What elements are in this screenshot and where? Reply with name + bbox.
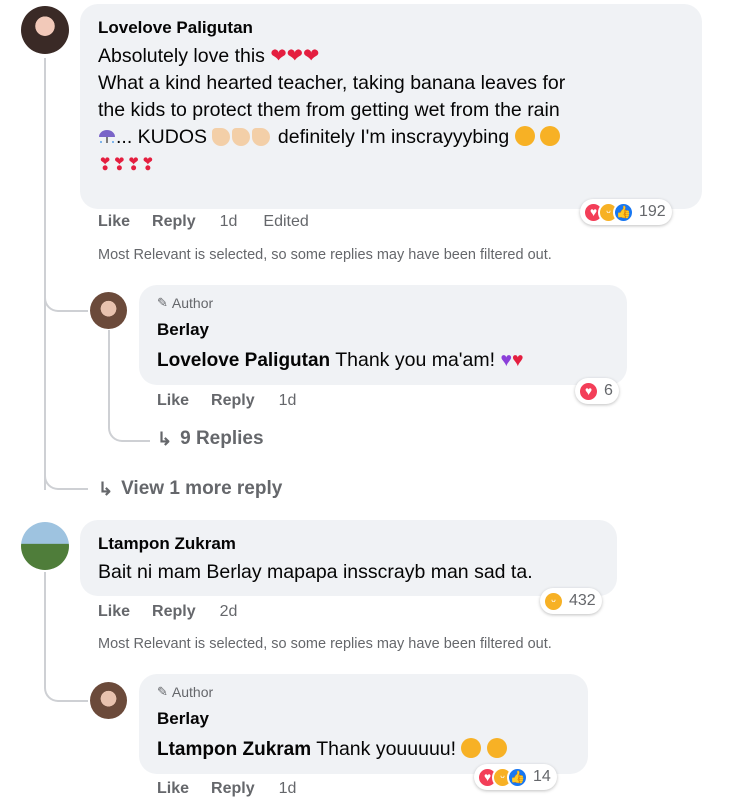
grin-emoji-icon — [514, 126, 561, 148]
thread-line — [44, 262, 88, 312]
reply-button[interactable]: Reply — [152, 213, 196, 231]
love-reaction-icon: ♥ — [578, 380, 599, 402]
haha-reaction-icon: ᵕ — [543, 590, 564, 612]
author-badge-label: Author — [171, 684, 214, 700]
clap-emoji-icon — [212, 126, 272, 148]
reaction-count: 432 — [569, 592, 596, 609]
author-badge: ✎ Author — [157, 295, 213, 311]
reaction-count: 14 — [533, 768, 551, 785]
mention-link[interactable]: Ltampon Zukram — [157, 739, 311, 760]
avatar[interactable] — [90, 682, 127, 719]
like-button[interactable]: Like — [98, 213, 130, 231]
like-button[interactable]: Like — [98, 603, 130, 621]
timestamp[interactable]: 1d — [279, 392, 297, 410]
like-reaction-icon: 👍 — [613, 201, 634, 223]
timestamp[interactable]: 1d — [279, 780, 297, 798]
reactions-summary[interactable]: ♥ ᵕ 👍 14 — [474, 764, 557, 790]
thread-line — [44, 572, 88, 702]
timestamp[interactable]: 2d — [220, 603, 238, 621]
reply-button[interactable]: Reply — [152, 603, 196, 621]
view-replies-label: 9 Replies — [180, 428, 264, 449]
heart-emoji-icon: ❤❤❤ — [270, 45, 320, 67]
reply-author[interactable]: Berlay — [157, 320, 209, 340]
reply-author[interactable]: Berlay — [157, 709, 209, 729]
comment-line: Absolutely love this — [98, 45, 265, 67]
mention-link[interactable]: Lovelove Paligutan — [157, 350, 330, 371]
comment-bubble: Lovelove Paligutan Absolutely love this … — [80, 4, 702, 209]
author-badge: ✎ Author — [157, 684, 213, 700]
reactions-summary[interactable]: ♥ 6 — [575, 378, 619, 404]
umbrella-rain-icon — [99, 130, 115, 143]
comment-text: Bait ni mam Berlay mapapa insscrayb man … — [98, 561, 533, 583]
hearts-emoji-icon: ❣❣❣❣ — [98, 155, 155, 174]
comment-actions: Like Reply 2d — [98, 603, 237, 621]
avatar[interactable] — [21, 522, 69, 570]
filter-note: Most Relevant is selected, so some repli… — [98, 636, 552, 652]
comment-line: ... KUDOS — [116, 126, 208, 148]
pencil-icon: ✎ — [157, 684, 168, 699]
view-more-reply-link[interactable]: ↳ View 1 more reply — [98, 478, 282, 500]
comment-line: the kids to protect them from getting we… — [98, 99, 560, 121]
reactions-summary[interactable]: ♥ ᵕ 👍 192 — [580, 199, 672, 225]
comment-actions: Like Reply 1d Edited — [98, 213, 309, 231]
reply-actions: Like Reply 1d — [157, 780, 296, 798]
laugh-emoji-icon — [461, 738, 507, 760]
reply-button[interactable]: Reply — [211, 392, 255, 410]
reaction-count: 192 — [639, 203, 666, 220]
comment-bubble: Ltampon Zukram Bait ni mam Berlay mapapa… — [80, 520, 617, 596]
comment-author[interactable]: Lovelove Paligutan — [98, 18, 253, 38]
reply-bubble: ✎ Author Berlay Ltampon Zukram Thank you… — [139, 674, 588, 774]
like-button[interactable]: Like — [157, 392, 189, 410]
reply-text: Ltampon Zukram Thank youuuuu! — [157, 736, 507, 763]
timestamp[interactable]: 1d — [220, 213, 238, 231]
reply-message: Thank you ma'am! — [335, 349, 496, 371]
pencil-icon: ✎ — [157, 295, 168, 310]
avatar[interactable] — [90, 292, 127, 329]
reply-bubble: ✎ Author Berlay Lovelove Paligutan Thank… — [139, 285, 627, 385]
filter-note: Most Relevant is selected, so some repli… — [98, 247, 552, 263]
like-reaction-icon: 👍 — [507, 766, 528, 788]
comment-line: What a kind hearted teacher, taking bana… — [98, 72, 566, 94]
view-more-reply-label: View 1 more reply — [121, 478, 283, 499]
reply-message: Thank youuuuu! — [316, 738, 457, 760]
edited-label: Edited — [263, 213, 309, 230]
thread-line — [44, 430, 88, 490]
reply-actions: Like Reply 1d — [157, 392, 296, 410]
reactions-summary[interactable]: ᵕ 432 — [540, 588, 602, 614]
author-badge-label: Author — [171, 295, 214, 311]
reply-arrow-icon: ↳ — [98, 478, 114, 499]
comment-author[interactable]: Ltampon Zukram — [98, 534, 236, 554]
reply-arrow-icon: ↳ — [157, 428, 173, 449]
reaction-count: 6 — [604, 382, 613, 399]
comment-text: Absolutely love this ❤❤❤ What a kind hea… — [98, 43, 698, 178]
reply-text: Lovelove Paligutan Thank you ma'am! ♥♥ — [157, 347, 524, 374]
like-button[interactable]: Like — [157, 780, 189, 798]
view-replies-link[interactable]: ↳ 9 Replies — [157, 428, 264, 450]
reply-button[interactable]: Reply — [211, 780, 255, 798]
avatar[interactable] — [21, 6, 69, 54]
comment-line: definitely I'm inscrayyybing — [277, 126, 510, 148]
hearts-emoji-icon: ♥♥ — [500, 349, 524, 371]
